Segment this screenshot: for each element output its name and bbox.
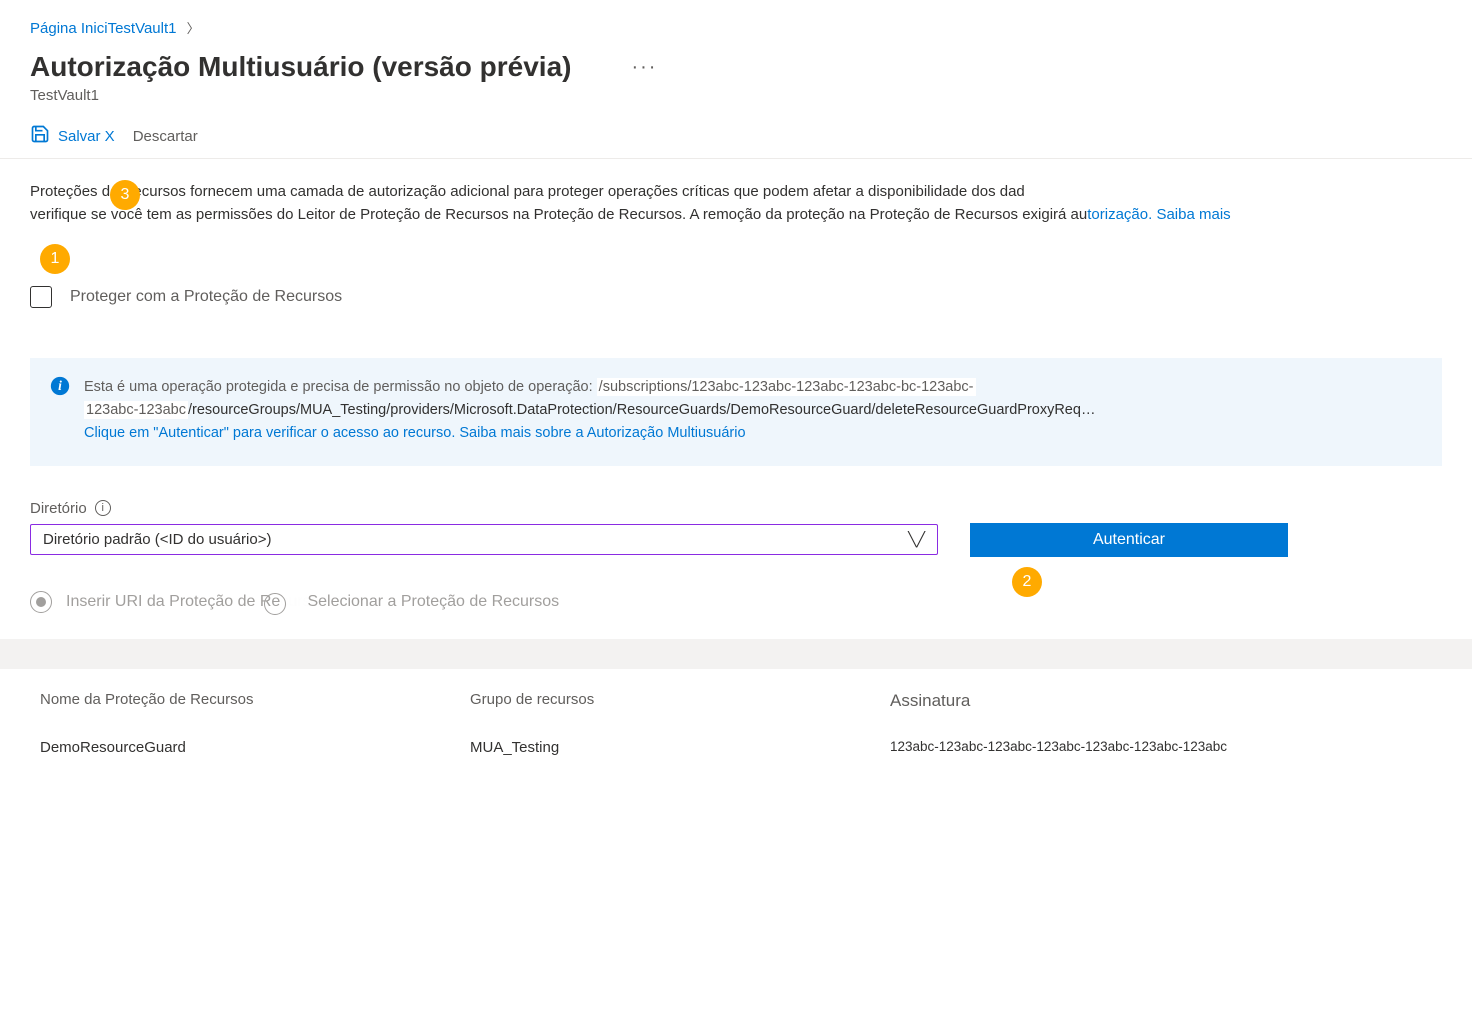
info-icon: i — [50, 376, 70, 396]
discard-button[interactable]: Descartar — [133, 128, 198, 145]
radio-group: Inserir URI da Proteção de Recursos Sele… — [0, 557, 1472, 639]
chevron-right-icon: 〉 — [187, 21, 200, 36]
chevron-down-icon: ╲╱ — [908, 531, 925, 548]
more-button[interactable]: ··· — [631, 56, 657, 79]
description-text: Proteções de Recursos fornecem uma camad… — [30, 181, 1442, 226]
auth-hint-link[interactable]: Clique em "Autenticar" para verificar o … — [84, 425, 459, 441]
authorization-link[interactable]: torização. — [1087, 206, 1156, 223]
save-button[interactable]: Salvar X — [30, 124, 115, 148]
protect-checkbox-label: Proteger com a Proteção de Recursos — [70, 288, 342, 306]
step-badge-1: 1 — [40, 244, 70, 274]
breadcrumb: Página IniciTestVault1 〉 — [0, 10, 1472, 41]
authenticate-button[interactable]: Autenticar — [970, 523, 1288, 557]
step-badge-2: 2 — [1012, 567, 1042, 597]
breadcrumb-home[interactable]: Página Inici — [30, 20, 108, 37]
mua-learn-more-link[interactable]: Saiba mais sobre a Autorização Multiusuá… — [459, 425, 745, 441]
info-circle-icon[interactable]: i — [95, 500, 111, 516]
radio-enter-uri-label: Inserir URI da Proteção de Recursos — [66, 593, 327, 611]
page-subtitle: TestVault1 — [0, 83, 1472, 118]
save-label: Salvar X — [58, 128, 115, 145]
save-icon — [30, 124, 50, 148]
table-header: Nome da Proteção de Recursos Grupo de re… — [0, 669, 1472, 721]
radio-enter-uri[interactable] — [30, 591, 52, 613]
cell-sub: 123abc-123abc-123abc-123abc-123abc-123ab… — [890, 739, 1432, 756]
col-sub-header: Assinatura — [890, 691, 1432, 711]
info-box: i Esta é uma operação protegida e precis… — [30, 358, 1442, 466]
svg-text:i: i — [58, 378, 62, 393]
table-row[interactable]: DemoResourceGuard MUA_Testing 123abc-123… — [0, 721, 1472, 774]
protect-checkbox[interactable] — [30, 286, 52, 308]
learn-more-link[interactable]: Saiba mais — [1156, 206, 1230, 223]
col-rg-header: Grupo de recursos — [470, 691, 890, 711]
page-title: Autorização Multiusuário (versão prévia) — [30, 51, 571, 83]
cell-name: DemoResourceGuard — [40, 739, 470, 756]
radio-select-guard-label: Selecionar a Proteção de Recursos — [307, 593, 559, 611]
cell-rg: MUA_Testing — [470, 739, 890, 756]
col-name-header: Nome da Proteção de Recursos — [40, 691, 470, 711]
table-header-bar — [0, 639, 1472, 669]
breadcrumb-current[interactable]: TestVault1 — [108, 20, 177, 37]
directory-value: Diretório padrão (<ID do usuário>) — [43, 531, 271, 548]
directory-select[interactable]: Diretório padrão (<ID do usuário>) ╲╱ — [30, 524, 938, 555]
discard-label: Descartar — [133, 128, 198, 145]
step-badge-3: 3 — [110, 180, 140, 210]
directory-label: Diretório i — [30, 500, 1442, 517]
